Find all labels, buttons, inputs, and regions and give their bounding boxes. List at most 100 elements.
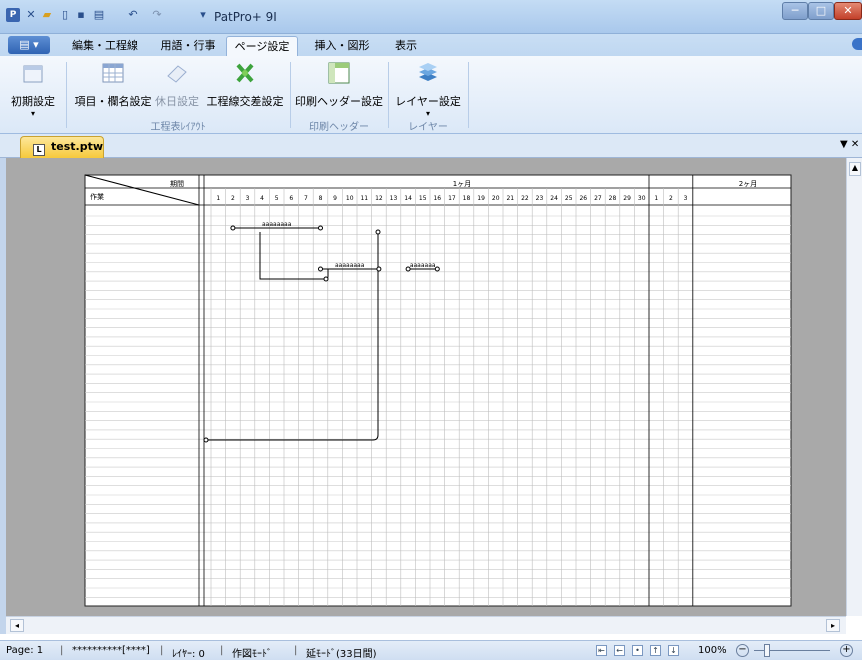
day-label: 22 [521, 195, 529, 202]
tab-insert[interactable]: 挿入・図形 [306, 36, 378, 56]
document-tab-label: test.ptw [51, 140, 103, 153]
day-label: 21 [506, 195, 514, 202]
help-icon[interactable] [852, 38, 862, 50]
day-label: 11 [360, 195, 368, 202]
day-label: 25 [565, 195, 573, 202]
day-label: 18 [463, 195, 471, 202]
zoom-in-icon[interactable]: + [840, 644, 853, 657]
day-label: 13 [390, 195, 398, 202]
day-label: 3 [246, 195, 250, 202]
vertical-scrollbar[interactable]: ▲ [846, 158, 862, 616]
day-label: 26 [579, 195, 587, 202]
day-label: 29 [623, 195, 631, 202]
initial-settings-label: 初期設定 [11, 95, 55, 108]
day-label: 2 [231, 195, 235, 202]
minimize-button[interactable]: ─ [782, 2, 808, 20]
document-tab[interactable]: Ltest.ptw [20, 136, 104, 158]
maximize-button[interactable]: □ [808, 2, 834, 20]
ribbon-separator [290, 62, 291, 128]
bar-node[interactable] [376, 266, 382, 272]
tab-list-dropdown-icon[interactable]: ▼ ✕ [840, 139, 859, 150]
close-doc-icon[interactable]: ✕ [24, 8, 38, 22]
day-label: 16 [433, 195, 441, 202]
holiday-settings-label: 休日設定 [155, 95, 199, 108]
tab-edit[interactable]: 編集・工程線 [60, 36, 150, 56]
line-crossing-settings-label: 工程線交差設定 [206, 95, 284, 108]
bar-node[interactable] [318, 266, 323, 272]
tab-terms[interactable]: 用語・行事 [152, 36, 224, 56]
title-bar: P ✕ ▰ ▯ ▪ ▤ ↶ ↷ ▾ PatPro+ 9I ─ □ ✕ [0, 0, 862, 34]
corner-task-label: 作業 [90, 192, 104, 201]
day-label: 2 [669, 195, 673, 202]
group-label-layout: 工程表ﾚｲｱｳﾄ [150, 122, 206, 133]
mode-indicator: 作図ﾓｰﾄﾞ [232, 649, 272, 660]
layer-indicator: ﾚｲﾔｰ: 0 [172, 649, 205, 660]
link-node[interactable] [323, 276, 329, 282]
bar-node[interactable] [230, 225, 236, 231]
save-icon[interactable]: ▪ [74, 8, 88, 22]
corner-period-label: 期間 [170, 180, 184, 188]
close-window-button[interactable]: ✕ [834, 2, 862, 20]
day-label: 17 [448, 195, 456, 202]
redo-icon[interactable]: ↷ [150, 8, 164, 22]
first-page-icon[interactable]: ⇤ [596, 645, 607, 656]
crossing-lines-icon [236, 63, 254, 83]
center-page-icon[interactable]: • [632, 645, 643, 656]
customize-quick-access-icon[interactable]: ▾ [196, 8, 210, 22]
bar-node[interactable] [434, 266, 440, 272]
next-page-up-icon[interactable]: ↑ [650, 645, 661, 656]
bar-node[interactable] [318, 225, 323, 231]
day-label: 10 [346, 195, 354, 202]
ribbon-tabs: ▤ ▾ 編集・工程線 用語・行事 ページ設定 挿入・図形 表示 [0, 34, 862, 56]
day-label: 30 [638, 195, 646, 202]
eraser-icon [167, 65, 187, 83]
link-node[interactable] [203, 437, 209, 443]
next-page-down-icon[interactable]: ↓ [668, 645, 679, 656]
month2-label: 2ヶ月 [739, 180, 757, 188]
app-title: PatPro+ 9I [214, 10, 277, 24]
holiday-settings-button[interactable]: 休日設定 [152, 60, 202, 109]
scroll-left-icon[interactable]: ◂ [10, 619, 24, 632]
day-label: 19 [477, 195, 485, 202]
zoom-out-icon[interactable]: − [736, 644, 749, 657]
page-indicator: Page: 1 [6, 645, 44, 656]
ribbon: 初期設定 ▾ 項目・欄名設定 休日設定 工程線交差設定 印刷ヘッダー設定 レイヤ… [0, 56, 862, 134]
month1-label: 1ヶ月 [453, 180, 471, 188]
bar-label: aaaaaaa [410, 262, 436, 269]
day-label: 7 [304, 195, 308, 202]
workspace: 期間 作業 1ヶ月 2ヶ月 1 2 3 4 5 6 7 8 9 10 11 12 13 14 15 16 17 1… [6, 158, 846, 616]
app-logo-icon[interactable]: P [6, 8, 20, 22]
day-label: 14 [404, 195, 412, 202]
print-header-settings-button[interactable]: 印刷ヘッダー設定 [294, 60, 384, 109]
day-label: 12 [375, 195, 383, 202]
line-crossing-settings-button[interactable]: 工程線交差設定 [204, 60, 286, 109]
item-column-settings-button[interactable]: 項目・欄名設定 [72, 60, 154, 109]
day-label: 1 [654, 195, 658, 202]
scroll-right-icon[interactable]: ▸ [826, 619, 840, 632]
zoom-slider-thumb[interactable] [764, 644, 770, 657]
new-icon[interactable]: ▯ [58, 8, 72, 22]
day-label: 20 [492, 195, 500, 202]
open-icon[interactable]: ▰ [40, 8, 54, 22]
undo-icon[interactable]: ↶ [126, 8, 140, 22]
zoom-level: 100% [698, 645, 727, 656]
item-column-settings-label: 項目・欄名設定 [74, 95, 152, 108]
print-icon[interactable]: ▤ [92, 8, 106, 22]
file-menu-button[interactable]: ▤ ▾ [8, 36, 50, 54]
day-label: 9 [333, 195, 337, 202]
link-node[interactable] [375, 229, 381, 235]
layer-settings-button[interactable]: レイヤー設定 ▾ [392, 60, 464, 118]
page-settings-icon [23, 65, 43, 83]
ribbon-separator [66, 62, 67, 128]
mask-indicator: **********[****] [72, 645, 150, 656]
prev-page-icon[interactable]: ← [614, 645, 625, 656]
tab-view[interactable]: 表示 [384, 36, 428, 56]
status-bar: Page: 1 | **********[****] | ﾚｲﾔｰ: 0 | 作… [0, 640, 862, 660]
scroll-up-icon[interactable]: ▲ [849, 162, 861, 176]
initial-settings-button[interactable]: 初期設定 ▾ [4, 60, 62, 118]
day-label: 8 [319, 195, 323, 202]
horizontal-scrollbar[interactable]: ◂ ▸ [6, 616, 846, 634]
day-label: 15 [419, 195, 427, 202]
schedule-sheet[interactable]: 期間 作業 1ヶ月 2ヶ月 1 2 3 4 5 6 7 8 9 10 11 12 13 14 15 16 17 1… [6, 158, 846, 616]
tab-page-setup[interactable]: ページ設定 [226, 36, 298, 56]
